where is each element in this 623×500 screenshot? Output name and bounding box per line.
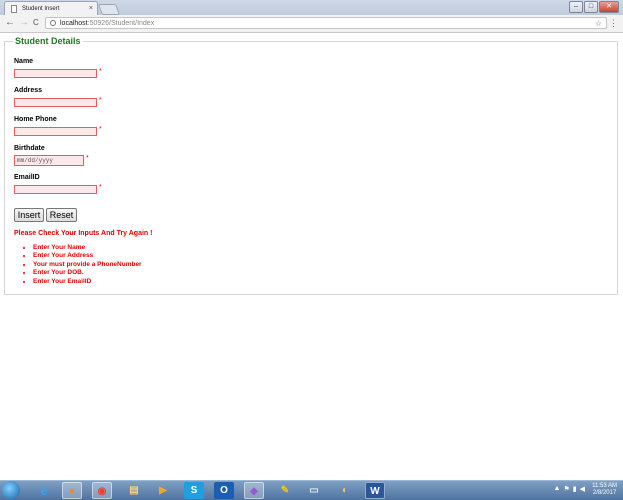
start-button-icon[interactable] bbox=[2, 481, 20, 499]
required-marker: * bbox=[99, 97, 102, 104]
validation-error-list: Enter Your Name Enter Your Address Your … bbox=[23, 244, 142, 286]
browser-title-bar: Student Insert × – □ ✕ bbox=[0, 0, 623, 15]
windows-taskbar: e ● ◉ ▤ ▶ S O ◆ ✎ ▭ ◐ W ▲ ⚑ ▮ ◀ 11:53 AM… bbox=[0, 480, 623, 500]
student-details-fieldset: Student Details Name * Address * Home Ph… bbox=[4, 36, 618, 295]
page-info-icon[interactable] bbox=[50, 20, 56, 26]
home-phone-input[interactable] bbox=[14, 127, 97, 136]
page-icon bbox=[11, 5, 17, 13]
close-button[interactable]: ✕ bbox=[599, 1, 619, 13]
system-clock[interactable]: 11:53 AM 2/8/2017 bbox=[592, 483, 617, 497]
media-player-icon[interactable]: ▶ bbox=[153, 482, 173, 499]
validation-error: Enter Your Name bbox=[33, 244, 142, 252]
volume-icon[interactable]: ◀ bbox=[580, 485, 585, 493]
validation-error: Your must provide a PhoneNumber bbox=[33, 261, 142, 269]
form-legend: Student Details bbox=[13, 36, 83, 46]
bookmark-star-icon[interactable]: ☆ bbox=[595, 18, 602, 30]
chrome-icon[interactable]: ◉ bbox=[92, 482, 112, 499]
minimize-button[interactable]: – bbox=[569, 1, 583, 13]
clock-time: 11:53 AM bbox=[592, 483, 617, 489]
browser-toolbar: ← → C localhost:50926/Student/Index ☆ ⋮ bbox=[0, 15, 623, 33]
url-path: :50926/Student/Index bbox=[87, 20, 155, 27]
reload-icon[interactable]: C bbox=[33, 17, 39, 29]
insert-button[interactable]: Insert bbox=[14, 208, 44, 222]
emailid-label: EmailID bbox=[14, 174, 40, 181]
visual-studio-icon[interactable]: ◆ bbox=[244, 482, 264, 499]
required-marker: * bbox=[86, 155, 89, 162]
emailid-input[interactable] bbox=[14, 185, 97, 194]
paint-icon[interactable]: ◐ bbox=[335, 482, 355, 499]
address-bar[interactable]: localhost:50926/Student/Index ☆ bbox=[45, 17, 607, 29]
name-label: Name bbox=[14, 58, 34, 65]
system-tray: ▲ ⚑ ▮ ◀ bbox=[554, 485, 585, 493]
validation-error: Enter Your Address bbox=[33, 252, 142, 260]
tools-icon[interactable]: ✎ bbox=[275, 482, 295, 499]
birthdate-input[interactable]: mm/dd/yyyy bbox=[14, 155, 84, 166]
reset-button[interactable]: Reset bbox=[46, 208, 77, 222]
notepad-icon[interactable]: ▭ bbox=[304, 482, 324, 499]
page-content: Student Details Name * Address * Home Ph… bbox=[0, 33, 623, 480]
outlook-icon[interactable]: O bbox=[214, 482, 234, 499]
firefox-icon[interactable]: ● bbox=[62, 482, 82, 499]
address-label: Address bbox=[14, 87, 43, 94]
back-arrow-icon[interactable]: ← bbox=[5, 17, 15, 29]
new-tab-button[interactable] bbox=[97, 4, 121, 15]
url-host: localhost bbox=[60, 20, 88, 27]
skype-icon[interactable]: S bbox=[184, 482, 204, 499]
home-phone-label: Home Phone bbox=[14, 116, 57, 123]
browser-menu-icon[interactable]: ⋮ bbox=[609, 18, 618, 28]
birthdate-label: Birthdate bbox=[14, 145, 45, 152]
internet-explorer-icon[interactable]: e bbox=[34, 482, 54, 499]
tab-close-icon[interactable]: × bbox=[89, 2, 93, 16]
validation-error: Enter Your EmailID bbox=[33, 278, 142, 286]
tab-title: Student Insert bbox=[22, 6, 60, 12]
validation-error: Enter Your DOB. bbox=[33, 269, 142, 277]
required-marker: * bbox=[99, 126, 102, 133]
file-explorer-icon[interactable]: ▤ bbox=[124, 482, 144, 499]
maximize-button[interactable]: □ bbox=[584, 1, 598, 13]
required-marker: * bbox=[99, 184, 102, 191]
word-icon[interactable]: W bbox=[365, 482, 385, 499]
address-input[interactable] bbox=[14, 98, 97, 107]
show-hidden-icons-icon[interactable]: ▲ bbox=[554, 485, 561, 493]
network-icon[interactable]: ▮ bbox=[573, 485, 577, 493]
required-marker: * bbox=[99, 68, 102, 75]
flag-icon[interactable]: ⚑ bbox=[563, 485, 569, 493]
validation-summary-title: Please Check Your Inputs And Try Again ! bbox=[14, 230, 153, 237]
forward-arrow-icon[interactable]: → bbox=[19, 17, 29, 29]
browser-tab[interactable]: Student Insert × bbox=[4, 1, 98, 15]
name-input[interactable] bbox=[14, 69, 97, 78]
clock-date: 2/8/2017 bbox=[592, 490, 617, 496]
